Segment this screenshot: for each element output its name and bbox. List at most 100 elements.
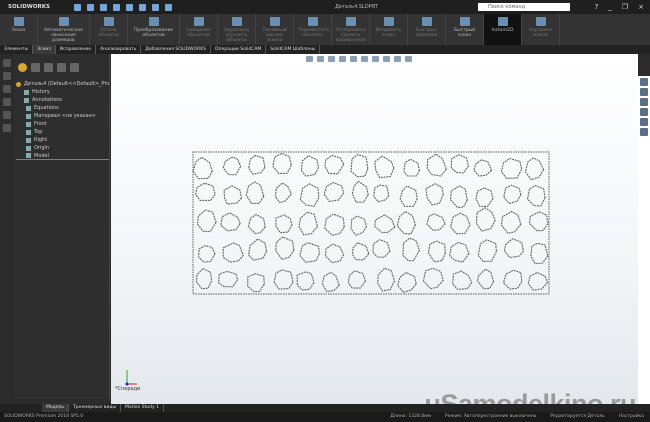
- sketch-cell[interactable]: [473, 159, 493, 177]
- sketch-cell[interactable]: [247, 273, 265, 293]
- voronoi-sketch[interactable]: [111, 54, 638, 404]
- bottom-tab[interactable]: Motion Study 1: [121, 404, 165, 412]
- tree-item[interactable]: Top: [16, 128, 109, 136]
- sketch-cell[interactable]: [373, 214, 396, 234]
- tab-6[interactable]: SolidCAM Шаблоны: [266, 45, 321, 54]
- sketch-cell[interactable]: [399, 185, 418, 207]
- sketch-cell[interactable]: [274, 182, 292, 204]
- tree-item[interactable]: History: [16, 88, 109, 96]
- tree-item[interactable]: Front: [16, 120, 109, 128]
- sketch-cell[interactable]: [220, 212, 241, 232]
- sketch-cell[interactable]: [195, 267, 213, 290]
- sketch-cell[interactable]: [351, 180, 369, 203]
- sketch-cell[interactable]: [450, 212, 471, 235]
- tree-item[interactable]: Материал <не указан>: [16, 112, 109, 120]
- tab-1[interactable]: Эскиз: [33, 45, 56, 54]
- sketch-cell[interactable]: [530, 242, 549, 265]
- tree-item[interactable]: Model: [16, 152, 109, 160]
- tree-item[interactable]: Annotations: [16, 96, 109, 104]
- configuration-tab-icon[interactable]: [44, 63, 53, 72]
- ribbon-button[interactable]: Автоматическое нанесение размеров: [38, 14, 90, 45]
- open-icon[interactable]: [100, 3, 107, 11]
- sketch-cell[interactable]: [300, 155, 320, 177]
- select-icon[interactable]: [139, 3, 146, 11]
- sketch-cell[interactable]: [524, 157, 545, 181]
- sketch-cell[interactable]: [502, 269, 523, 290]
- tree-item[interactable]: Origin: [16, 144, 109, 152]
- sketch-cell[interactable]: [350, 154, 369, 178]
- sketch-cell[interactable]: [323, 182, 345, 203]
- sketch-cell[interactable]: [450, 154, 470, 174]
- custom-properties-icon[interactable]: [640, 128, 648, 136]
- sketch-cell[interactable]: [372, 239, 391, 258]
- tool-icon[interactable]: [3, 72, 11, 80]
- tool-icon[interactable]: [3, 98, 11, 106]
- print-icon[interactable]: [126, 3, 133, 11]
- save-icon[interactable]: [113, 3, 120, 11]
- sketch-cell[interactable]: [324, 243, 345, 264]
- tab-5[interactable]: Операции SolidCAM: [211, 45, 267, 54]
- ribbon-button[interactable]: Исправить эскиз: [370, 14, 408, 45]
- dimxpert-tab-icon[interactable]: [57, 63, 66, 72]
- sketch-cell[interactable]: [222, 156, 242, 176]
- sketch-cell[interactable]: [218, 270, 239, 288]
- tool-icon[interactable]: [3, 124, 11, 132]
- appearances-icon[interactable]: [640, 118, 648, 126]
- sketch-cell[interactable]: [425, 183, 444, 206]
- ribbon-button[interactable]: Instant2D: [484, 14, 522, 45]
- sketch-cell[interactable]: [273, 269, 294, 290]
- minimize-button[interactable]: _: [608, 3, 612, 11]
- sketch-cell[interactable]: [527, 271, 549, 291]
- new-icon[interactable]: [87, 3, 94, 11]
- tab-2[interactable]: Исправление: [56, 45, 97, 54]
- sketch-cell[interactable]: [503, 238, 524, 259]
- sketch-cell[interactable]: [192, 156, 213, 180]
- bottom-tab[interactable]: Трехмерные виды: [69, 404, 122, 412]
- ribbon-button[interactable]: Преобразование объектов: [128, 14, 180, 45]
- sketch-cell[interactable]: [299, 183, 320, 207]
- bottom-tab[interactable]: Модель: [42, 404, 70, 412]
- sketch-cell[interactable]: [222, 242, 244, 263]
- search-input[interactable]: Поиск команд: [478, 3, 570, 11]
- ribbon-button[interactable]: Зеркально отразить объекты: [218, 14, 256, 45]
- feature-manager-tab-icon[interactable]: [18, 63, 27, 72]
- tab-0[interactable]: Элементы: [0, 45, 34, 54]
- sketch-cell[interactable]: [324, 154, 345, 175]
- sketch-cell[interactable]: [223, 185, 243, 205]
- sketch-cell[interactable]: [503, 184, 522, 205]
- ribbon-button[interactable]: Быстрые привязки: [408, 14, 446, 45]
- ribbon-button[interactable]: Картинка эскиза: [522, 14, 560, 45]
- tab-4[interactable]: Добавления SOLIDWORKS: [141, 45, 212, 54]
- ribbon-button[interactable]: Переместить объекты: [294, 14, 332, 45]
- ribbon-button[interactable]: Быстрый эскиз: [446, 14, 484, 45]
- view-palette-icon[interactable]: [640, 108, 648, 116]
- sketch-cell[interactable]: [321, 271, 340, 292]
- sketch-cell[interactable]: [298, 211, 319, 236]
- sketch-cell[interactable]: [449, 185, 468, 209]
- sketch-cell[interactable]: [475, 207, 496, 232]
- tree-root[interactable]: Деталь4 (Default<<Default>_PhotoWorks: [16, 80, 109, 88]
- tool-icon[interactable]: [3, 111, 11, 119]
- file-explorer-icon[interactable]: [640, 98, 648, 106]
- sketch-cell[interactable]: [373, 184, 390, 203]
- design-library-icon[interactable]: [640, 88, 648, 96]
- sketch-cell[interactable]: [500, 157, 523, 179]
- sketch-cell[interactable]: [500, 210, 522, 234]
- sketch-cell[interactable]: [377, 267, 396, 292]
- sketch-cell[interactable]: [247, 238, 268, 261]
- sketch-cell[interactable]: [449, 241, 470, 263]
- sketch-cell[interactable]: [352, 242, 370, 261]
- tree-item[interactable]: Right: [16, 136, 109, 144]
- sketch-cell[interactable]: [475, 187, 494, 207]
- sketch-cell[interactable]: [272, 152, 292, 175]
- close-button[interactable]: ×: [638, 3, 644, 11]
- sketch-cell[interactable]: [247, 213, 266, 235]
- display-manager-tab-icon[interactable]: [70, 63, 79, 72]
- ribbon-button[interactable]: Отобразить/Удалить взаимосвязи: [332, 14, 370, 45]
- sketch-cell[interactable]: [526, 184, 546, 207]
- sketch-cell[interactable]: [195, 182, 216, 201]
- sketch-cell[interactable]: [197, 209, 217, 233]
- resources-icon[interactable]: [640, 78, 648, 86]
- sketch-cell[interactable]: [452, 270, 473, 290]
- sketch-cell[interactable]: [426, 153, 447, 177]
